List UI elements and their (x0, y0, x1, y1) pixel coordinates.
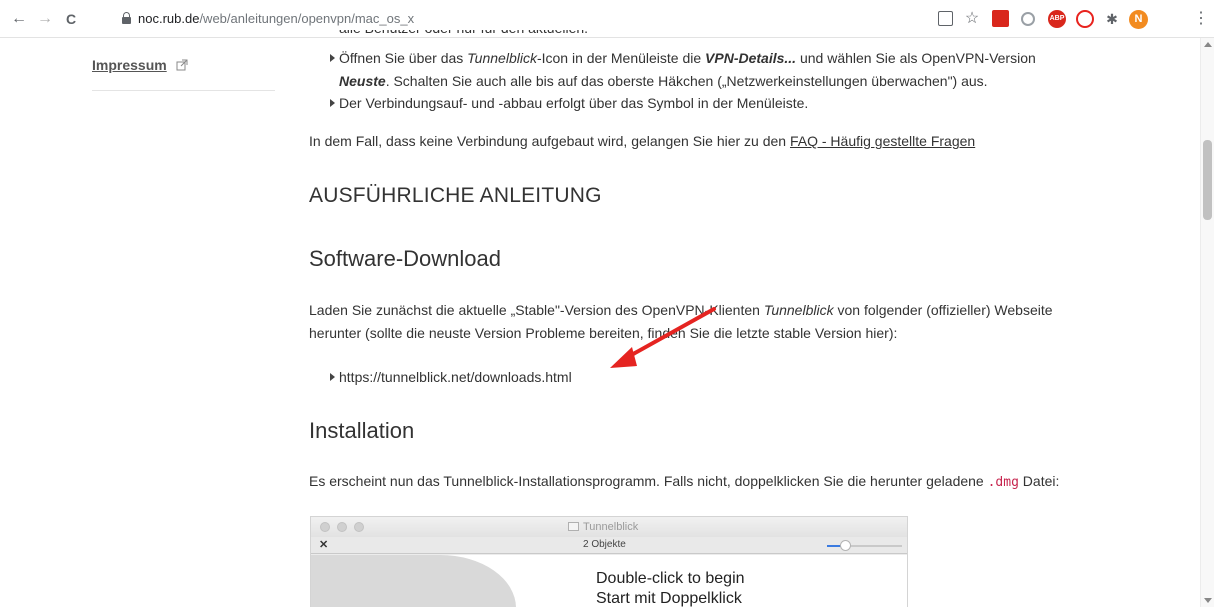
close-light-icon (320, 522, 330, 532)
bullet-icon (330, 373, 335, 381)
url-text: noc.rub.de/web/anleitungen/openvpn/mac_o… (138, 11, 414, 26)
adblock-icon[interactable]: ABP (1048, 10, 1066, 28)
bullet-icon (330, 54, 335, 62)
download-paragraph-line2: herunter (sollte die neuste Version Prob… (309, 322, 897, 344)
vpn-details-label: VPN-Details... (705, 50, 797, 66)
text: von folgender (offizieller) Webseite (833, 302, 1053, 318)
text: . Schalten Sie auch alle bis auf das obe… (385, 73, 988, 89)
dmg-code: .dmg (987, 475, 1019, 490)
star-icon[interactable]: ☆ (961, 8, 983, 30)
text-italic: Tunnelblick (467, 50, 537, 66)
instruction-bullet-1-cont: Neuste. Schalten Sie auch alle bis auf d… (339, 70, 988, 92)
impressum-link[interactable]: Impressum (92, 57, 167, 73)
scroll-thumb[interactable] (1203, 140, 1212, 220)
scroll-down-icon[interactable] (1204, 598, 1212, 603)
tunnelblick-graphic (311, 555, 516, 607)
back-icon[interactable]: ← (8, 8, 30, 30)
heading-installation: Installation (309, 418, 415, 443)
finder-window-screenshot: Tunnelblick ✕ 2 Objekte Double-click to … (310, 516, 908, 607)
privacy-extension-icon[interactable] (1021, 12, 1035, 26)
text: -Icon in der Menüleiste die (536, 50, 706, 66)
menu-icon[interactable]: ⋮ (1190, 8, 1212, 30)
pdf-extension-icon[interactable] (992, 10, 1009, 27)
finder-titlebar: Tunnelblick (311, 517, 907, 537)
text: Laden Sie zunächst die aktuelle „Stable"… (309, 302, 764, 318)
disk-icon (568, 522, 579, 531)
faq-link[interactable]: FAQ - Häufig gestellte Fragen (790, 133, 975, 149)
text: Es erscheint nun das Tunnelblick-Install… (309, 473, 988, 489)
profile-avatar[interactable]: N (1129, 10, 1148, 29)
help-extension-icon[interactable] (1076, 10, 1094, 28)
url-host: noc.rub.de (138, 11, 200, 26)
reload-icon[interactable]: C (60, 8, 82, 30)
tools-icon: ✕ (319, 539, 329, 551)
finder-body: Double-click to begin Start mit Doppelkl… (311, 555, 907, 607)
hier-link[interactable]: hier (865, 325, 888, 341)
minimize-light-icon (337, 522, 347, 532)
puzzle-extensions-icon[interactable]: ✱ (1101, 8, 1123, 30)
text: Öffnen Sie über das (339, 50, 468, 66)
instruction-bullet-1: Öffnen Sie über das Tunnelblick-Icon in … (339, 47, 1036, 69)
heading-software-download: Software-Download (309, 246, 501, 271)
slider-knob (840, 540, 851, 551)
finder-statusbar: ✕ 2 Objekte (311, 537, 907, 554)
finder-instruction: Double-click to begin (596, 570, 745, 587)
bullet-icon (330, 99, 335, 107)
page-scrollbar[interactable] (1200, 38, 1214, 607)
zoom-light-icon (354, 522, 364, 532)
heading-ausfuehrliche-anleitung: AUSFÜHRLICHE ANLEITUNG (309, 184, 602, 207)
lock-icon (122, 12, 131, 24)
qr-extension-icon[interactable] (938, 11, 953, 26)
item-count: 2 Objekte (583, 539, 626, 550)
tunnelblick-download-link[interactable]: https://tunnelblick.net/downloads.html (339, 366, 572, 388)
faq-paragraph: In dem Fall, dass keine Verbindung aufge… (309, 130, 975, 152)
instruction-bullet-2: Der Verbindungsauf- und -abbau erfolgt ü… (339, 95, 809, 111)
forward-icon[interactable]: → (34, 8, 56, 30)
text: und wählen Sie als OpenVPN-Version (796, 50, 1036, 66)
text: Datei: (1018, 473, 1060, 489)
installation-paragraph: Es erscheint nun das Tunnelblick-Install… (309, 470, 1059, 494)
finder-instruction-de: Start mit Doppelklick (596, 590, 742, 607)
text: ): (888, 325, 898, 341)
browser-toolbar: ← → C noc.rub.de/web/anleitungen/openvpn… (0, 0, 1214, 38)
scroll-up-icon[interactable] (1204, 42, 1212, 47)
url-path: /web/anleitungen/openvpn/mac_os_x (199, 11, 415, 26)
text-italic: Tunnelblick (763, 302, 834, 318)
finder-title: Tunnelblick (583, 521, 639, 533)
neuste-label: Neuste (339, 73, 386, 89)
text: In dem Fall, dass keine Verbindung aufge… (309, 133, 790, 149)
download-paragraph-line1: Laden Sie zunächst die aktuelle „Stable"… (309, 299, 1053, 321)
text: herunter (sollte die neuste Version Prob… (309, 325, 866, 341)
external-link-icon (176, 59, 188, 71)
address-bar[interactable]: noc.rub.de/web/anleitungen/openvpn/mac_o… (116, 6, 816, 32)
sidebar-divider (92, 90, 275, 91)
